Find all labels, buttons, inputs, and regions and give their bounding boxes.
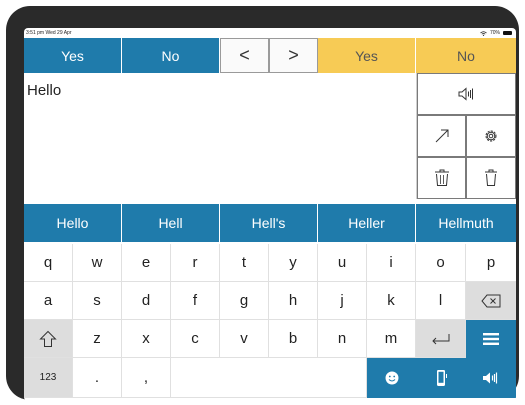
key-r[interactable]: r xyxy=(171,244,220,282)
key-e[interactable]: e xyxy=(122,244,171,282)
key-o[interactable]: o xyxy=(416,244,466,282)
key-q[interactable]: q xyxy=(24,244,73,282)
key-x[interactable]: x xyxy=(122,320,171,358)
key-period[interactable]: . xyxy=(73,358,122,398)
phone-icon xyxy=(434,369,448,387)
key-g[interactable]: g xyxy=(220,282,269,320)
key-comma[interactable]: , xyxy=(122,358,171,398)
key-z[interactable]: z xyxy=(73,320,122,358)
message-text: Hello xyxy=(27,82,62,99)
key-d[interactable]: d xyxy=(122,282,171,320)
status-bar: 3:51 pm Wed 29 Apr 70% xyxy=(24,28,516,38)
tablet-frame: 3:51 pm Wed 29 Apr 70% Yes No < > Yes No… xyxy=(6,6,519,401)
key-a[interactable]: a xyxy=(24,282,73,320)
key-l[interactable]: l xyxy=(416,282,466,320)
phone-button[interactable] xyxy=(416,358,466,398)
suggestion-3[interactable]: Hell's xyxy=(220,204,318,242)
menu-button[interactable] xyxy=(466,320,516,358)
no-button-alt[interactable]: No xyxy=(416,38,516,73)
arrow-up-right-icon xyxy=(434,128,450,144)
key-t[interactable]: t xyxy=(220,244,269,282)
key-y[interactable]: y xyxy=(269,244,318,282)
clear-all-button[interactable] xyxy=(417,157,466,199)
suggestion-5[interactable]: Hellmuth xyxy=(416,204,516,242)
status-icons: 70% xyxy=(480,30,512,36)
key-v[interactable]: v xyxy=(220,320,269,358)
key-f[interactable]: f xyxy=(171,282,220,320)
enter-key[interactable] xyxy=(416,320,466,358)
trash-icon xyxy=(484,169,498,187)
key-m[interactable]: m xyxy=(367,320,416,358)
key-u[interactable]: u xyxy=(318,244,367,282)
speaker-icon xyxy=(482,371,500,385)
backspace-icon xyxy=(480,294,501,308)
no-button[interactable]: No xyxy=(122,38,220,73)
message-area[interactable]: Hello xyxy=(24,73,417,199)
suggestion-2[interactable]: Hell xyxy=(122,204,220,242)
share-button[interactable] xyxy=(417,115,466,157)
key-s[interactable]: s xyxy=(73,282,122,320)
key-j[interactable]: j xyxy=(318,282,367,320)
settings-button[interactable] xyxy=(466,115,516,157)
yes-button[interactable]: Yes xyxy=(24,38,122,73)
shift-arrow-icon xyxy=(39,330,57,348)
gear-icon xyxy=(483,128,499,144)
key-k[interactable]: k xyxy=(367,282,416,320)
space-key[interactable] xyxy=(171,358,367,398)
emoji-button[interactable] xyxy=(367,358,416,398)
forward-button[interactable]: > xyxy=(269,38,318,73)
suggestion-1[interactable]: Hello xyxy=(24,204,122,242)
menu-icon xyxy=(482,332,500,346)
speaker-icon xyxy=(458,87,476,101)
speak-small-button[interactable] xyxy=(466,358,516,398)
shift-key[interactable] xyxy=(24,320,73,358)
key-b[interactable]: b xyxy=(269,320,318,358)
numbers-key[interactable]: 123 xyxy=(24,358,73,398)
battery-percent: 70% xyxy=(489,30,500,36)
key-p[interactable]: p xyxy=(466,244,516,282)
status-time-date: 3:51 pm Wed 29 Apr xyxy=(26,30,72,36)
yes-button-alt[interactable]: Yes xyxy=(318,38,416,73)
smiley-icon xyxy=(384,370,400,386)
key-c[interactable]: c xyxy=(171,320,220,358)
status-date: Wed 29 Apr xyxy=(45,30,72,36)
return-icon xyxy=(431,333,451,345)
speak-button[interactable] xyxy=(417,73,516,115)
key-w[interactable]: w xyxy=(73,244,122,282)
key-h[interactable]: h xyxy=(269,282,318,320)
key-i[interactable]: i xyxy=(367,244,416,282)
suggestion-4[interactable]: Heller xyxy=(318,204,416,242)
app-screen: 3:51 pm Wed 29 Apr 70% Yes No < > Yes No… xyxy=(24,28,516,401)
trash-double-icon xyxy=(434,169,450,187)
clear-button[interactable] xyxy=(466,157,516,199)
battery-icon xyxy=(503,31,512,35)
backspace-key[interactable] xyxy=(466,282,516,320)
back-button[interactable]: < xyxy=(220,38,269,73)
wifi-icon xyxy=(480,30,487,36)
key-n[interactable]: n xyxy=(318,320,367,358)
status-time: 3:51 pm xyxy=(26,30,45,36)
